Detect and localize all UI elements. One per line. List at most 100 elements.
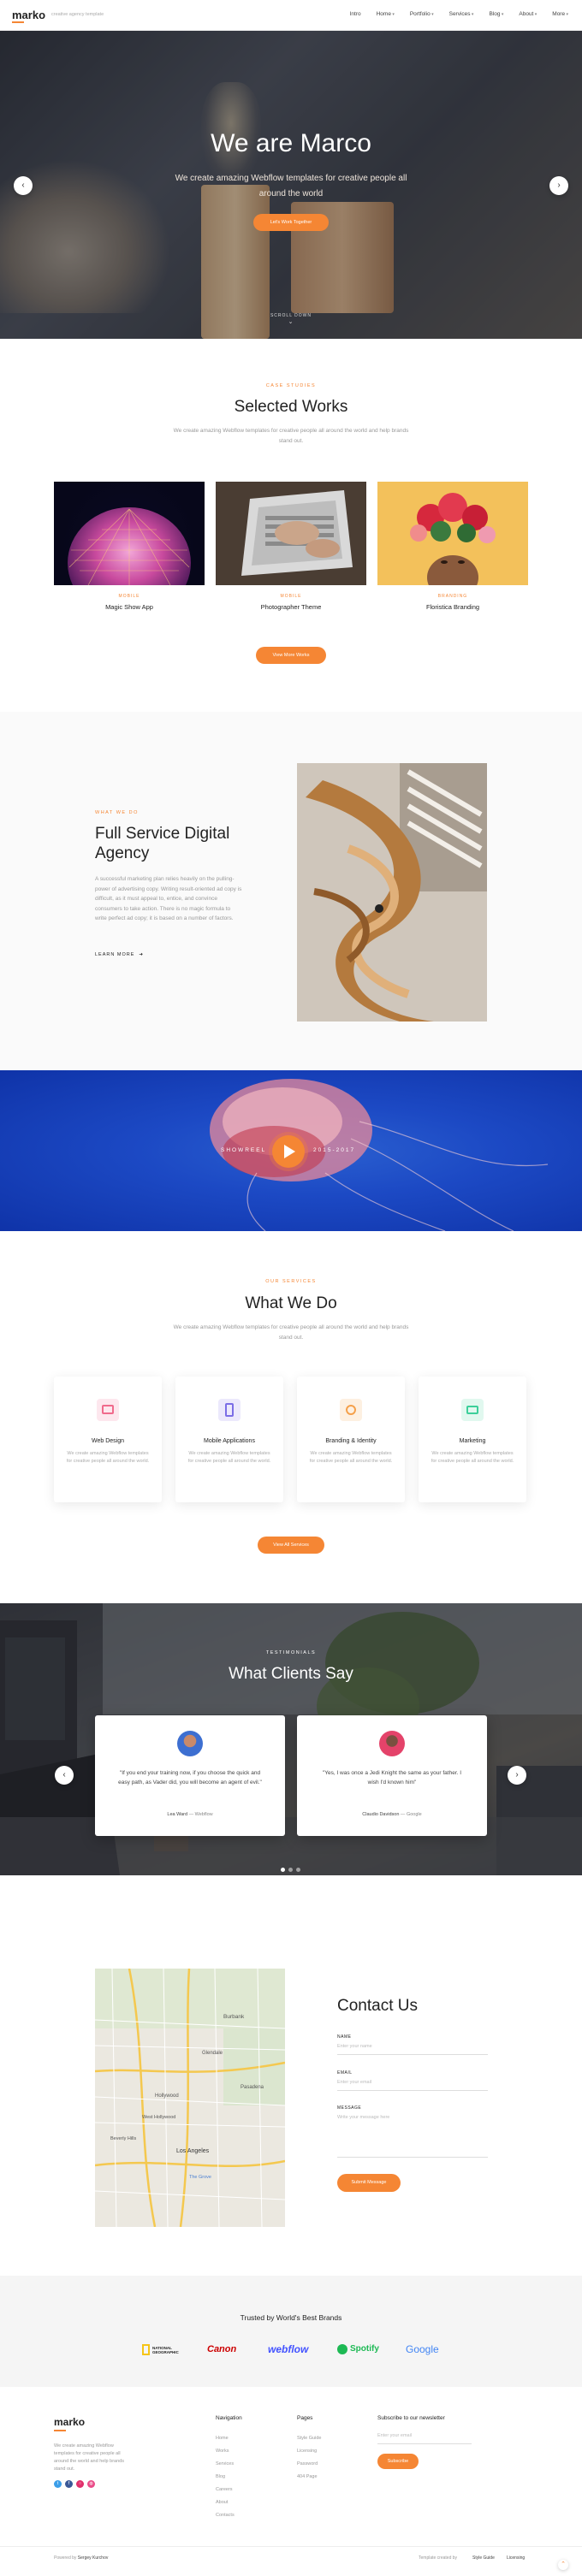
showreel-right-label: 2015-2017 [313,1147,356,1153]
works-kicker: CASE STUDIES [265,383,317,388]
testimonials-section [0,1603,582,1875]
services-kicker: OUR SERVICES [265,1279,317,1284]
footer-link-blog[interactable]: Blog [216,2474,225,2479]
nav-link-intro[interactable]: Intro [350,11,361,17]
view-more-works-button[interactable]: View More Works [256,647,326,664]
footer-link-style-guide[interactable]: Style Guide [297,2436,321,2441]
service-title: Mobile Applications [204,1438,255,1444]
newsletter-email-field[interactable]: Enter your email [377,2433,472,2444]
dribbble-icon[interactable]: ◍ [87,2480,95,2488]
avatar [177,1731,203,1756]
work-image-magic-show[interactable] [54,482,205,585]
branding-icon [340,1399,362,1421]
footer-link-404[interactable]: 404 Page [297,2474,318,2479]
service-desc: We create amazing Webflow templates for … [187,1451,271,1464]
hero-cta-button[interactable]: Let's Work Together [253,214,329,231]
nav-link-about[interactable]: About [519,11,537,17]
service-card-marketing[interactable]: Marketing We create amazing Webflow temp… [419,1377,526,1502]
footer-pages-title: Pages [297,2415,313,2421]
author-separator: — [400,1812,407,1817]
author-company: Webflow [194,1812,213,1817]
footer-link-licensing[interactable]: Licensing [297,2449,317,2454]
brands-section: Trusted by World's Best Brands NATIONAL … [0,2276,582,2387]
canon-logo: Canon [207,2344,237,2354]
submit-message-button[interactable]: Submit Message [337,2174,401,2192]
slider-dot[interactable] [296,1868,300,1872]
work-image-floristica[interactable] [377,482,528,585]
play-icon [284,1145,295,1158]
work-category[interactable]: BRANDING [377,594,528,599]
email-field[interactable]: Enter your email [337,2080,488,2091]
arrow-right-icon: ➜ [136,952,145,957]
copyright: Powered by Sergey Kurchov [54,2555,108,2561]
slider-dot[interactable] [288,1868,293,1872]
slider-dot[interactable] [281,1868,285,1872]
chevron-left-icon[interactable]: ‹ [55,1766,74,1785]
nav-link-more[interactable]: More [552,11,568,17]
web-design-icon [97,1399,119,1421]
map-graphic: Burbank Glendale Pasadena Hollywood Beve… [95,1969,285,2227]
footer-logo-underline [54,2430,66,2431]
work-name[interactable]: Floristica Branding [377,603,528,611]
spotify-logo: Spotify [337,2343,380,2355]
nav-link-services[interactable]: Services [449,11,474,17]
footer-link-password[interactable]: Password [297,2461,318,2466]
name-field[interactable]: Enter your name [337,2044,488,2055]
showreel-left-label: SHOWREEL [221,1147,267,1153]
map-label: West Hollywood [142,2115,175,2120]
map-label: The Grove [189,2175,211,2180]
nav-link-home[interactable]: Home [377,11,395,17]
chevron-right-icon[interactable]: › [508,1766,526,1785]
chevron-left-icon[interactable]: ‹ [14,176,33,195]
map-label: Beverly Hills [110,2136,137,2141]
work-image-photographer[interactable] [216,482,366,585]
service-card-web-design[interactable]: Web Design We create amazing Webflow tem… [54,1377,162,1502]
footer-bottom-left: Template created by [419,2555,458,2561]
footer-bottom-link-style-guide[interactable]: Style Guide [472,2555,495,2561]
play-button[interactable] [272,1135,305,1168]
google-logo: Google [406,2343,439,2355]
nav-link-portfolio[interactable]: Portfolio [410,11,434,17]
footer-link-services[interactable]: Services [216,2461,234,2466]
footer-link-works[interactable]: Works [216,2449,229,2454]
footer-logo[interactable]: marko [54,2416,85,2428]
message-field[interactable]: Write your message here [337,2115,488,2158]
learn-more-link[interactable]: LEARN MORE ➜ [95,952,144,957]
epcot-sphere-image [68,507,191,585]
service-desc: We create amazing Webflow templates for … [66,1451,150,1464]
spiral-staircase-image [297,763,487,1022]
footer-link-about[interactable]: About [216,2500,228,2505]
top-navigation: marko creative agency template Intro Hom… [0,0,582,31]
nav-link-blog[interactable]: Blog [489,11,503,17]
footer-link-home[interactable]: Home [216,2436,229,2441]
service-card-mobile[interactable]: Mobile Applications We create amazing We… [175,1377,283,1502]
work-name[interactable]: Photographer Theme [216,603,366,611]
service-card-branding[interactable]: Branding & Identity We create amazing We… [297,1377,405,1502]
work-category[interactable]: MOBILE [54,594,205,599]
footer-link-careers[interactable]: Careers [216,2487,233,2492]
map[interactable]: Burbank Glendale Pasadena Hollywood Beve… [95,1969,285,2227]
slider-dots [281,1868,301,1872]
back-to-top-icon[interactable]: ⌃ [558,2560,568,2570]
instagram-icon[interactable]: ○ [76,2480,84,2488]
chevron-down-icon: ⌄ [288,319,294,325]
work-category[interactable]: MOBILE [216,594,366,599]
twitter-icon[interactable]: t [54,2480,62,2488]
hero-title: We are Marco [211,129,371,157]
facebook-icon[interactable]: f [65,2480,73,2488]
map-label: Glendale [202,2051,223,2056]
work-name[interactable]: Magic Show App [54,603,205,611]
service-title: Branding & Identity [325,1438,377,1444]
footer-bottom-link-licensing[interactable]: Licensing [507,2555,525,2561]
agency-image-staircase [297,763,487,1022]
chevron-right-icon[interactable]: › [549,176,568,195]
scroll-down[interactable]: SCROLL DOWN ⌄ [0,313,582,325]
footer-divider [0,2546,582,2547]
logo-underline [12,21,24,23]
logo[interactable]: marko [12,9,45,21]
copyright-link[interactable]: Sergey Kurchov [78,2555,109,2561]
hero-slider: We are Marco We create amazing Webflow t… [0,31,582,339]
view-all-services-button[interactable]: View All Services [258,1537,324,1554]
footer-link-contacts[interactable]: Contacts [216,2513,235,2518]
subscribe-button[interactable]: Subscribe [377,2454,419,2469]
